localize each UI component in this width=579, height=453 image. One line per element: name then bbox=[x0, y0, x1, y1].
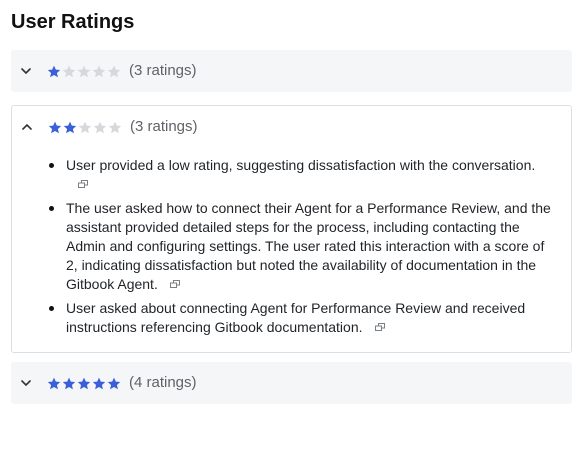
rating-group-2-star: (3 ratings) User provided a low rating, … bbox=[11, 105, 572, 353]
star-filled-icon bbox=[62, 377, 76, 390]
star-rating bbox=[47, 65, 121, 78]
star-filled-icon bbox=[63, 121, 77, 134]
rating-group-body: User provided a low rating, suggesting d… bbox=[12, 148, 571, 352]
star-filled-icon bbox=[47, 65, 61, 78]
star-empty-icon bbox=[107, 65, 121, 78]
chevron-down-icon[interactable] bbox=[21, 68, 41, 74]
star-filled-icon bbox=[77, 377, 91, 390]
star-empty-icon bbox=[92, 65, 106, 78]
page-title: User Ratings bbox=[11, 11, 135, 33]
list-item: User asked about connecting Agent for Pe… bbox=[34, 299, 557, 337]
source-link-icon[interactable] bbox=[374, 323, 385, 331]
star-empty-icon bbox=[77, 65, 91, 78]
star-filled-icon bbox=[92, 377, 106, 390]
star-empty-icon bbox=[62, 65, 76, 78]
chevron-down-icon[interactable] bbox=[21, 380, 41, 386]
summary-text: User asked about connecting Agent for Pe… bbox=[66, 300, 526, 335]
summary-text: The user asked how to connect their Agen… bbox=[66, 200, 551, 292]
star-rating bbox=[47, 377, 121, 390]
list-item: User provided a low rating, suggesting d… bbox=[34, 156, 557, 194]
star-empty-icon bbox=[78, 121, 92, 134]
rating-count: (4 ratings) bbox=[129, 374, 197, 391]
chevron-up-icon[interactable] bbox=[22, 124, 42, 130]
summary-list: User provided a low rating, suggesting d… bbox=[34, 156, 557, 337]
rating-group-1-star: (3 ratings) bbox=[11, 50, 572, 92]
source-link-icon[interactable] bbox=[78, 180, 88, 188]
star-filled-icon bbox=[47, 377, 61, 390]
rating-count: (3 ratings) bbox=[130, 118, 198, 135]
star-filled-icon bbox=[107, 377, 121, 390]
list-item: The user asked how to connect their Agen… bbox=[34, 199, 557, 294]
rating-group-header[interactable]: (4 ratings) bbox=[11, 362, 572, 404]
star-empty-icon bbox=[108, 121, 122, 134]
star-empty-icon bbox=[93, 121, 107, 134]
rating-group-5-star: (4 ratings) bbox=[11, 362, 572, 404]
rating-group-header[interactable]: (3 ratings) bbox=[11, 50, 572, 92]
star-filled-icon bbox=[48, 121, 62, 134]
summary-text: User provided a low rating, suggesting d… bbox=[66, 157, 536, 173]
rating-count: (3 ratings) bbox=[129, 62, 197, 79]
rating-group-header[interactable]: (3 ratings) bbox=[12, 106, 571, 148]
source-link-icon[interactable] bbox=[169, 280, 180, 288]
star-rating bbox=[48, 121, 122, 134]
